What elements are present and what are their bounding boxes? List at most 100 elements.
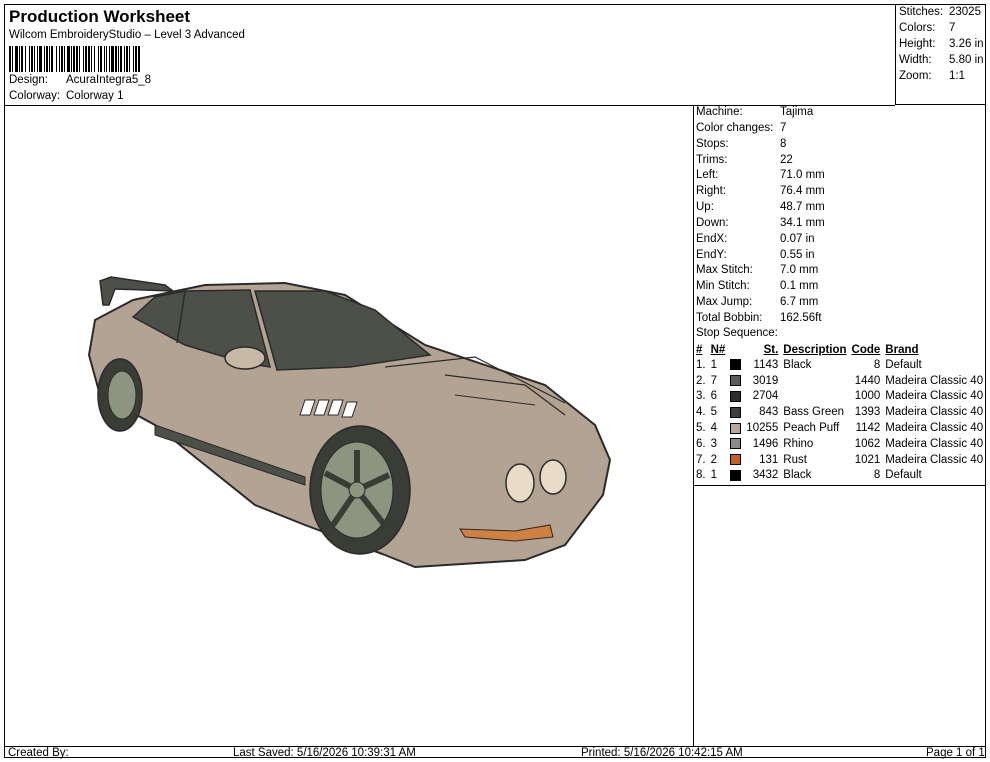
stat-stitches: Stitches: 23025 (899, 6, 987, 18)
detail-label: Color changes: (696, 122, 774, 134)
stop-code: 1062 (854, 437, 881, 450)
stop-description: Rhino (783, 437, 814, 450)
design-value: AcuraIntegra5_8 (66, 74, 152, 86)
stop-description (781, 373, 849, 389)
stop-swatch-cell (728, 357, 744, 373)
stat-value: 23025 (949, 6, 981, 18)
stop-stitches: 843 (759, 406, 779, 419)
stop-stitches: 1143 (753, 358, 779, 371)
table-row: 8. 1 3432 Black 8 Default (694, 468, 986, 484)
stat-height: Height: 3.26 in (899, 38, 987, 50)
col-swatch (728, 342, 744, 357)
table-header-row: # N# St. Description Code Brand (694, 342, 986, 357)
stop-num: 5. (696, 422, 706, 435)
stats-panel: Stitches: 23025 Colors: 7 Height: 3.26 in W… (895, 5, 986, 105)
stop-code: 1142 (855, 422, 881, 435)
col-needle: N# (710, 343, 726, 356)
detail-value: 34.1 mm (780, 217, 825, 229)
stop-sequence-label: Stop Sequence: (696, 327, 778, 339)
stop-description: Peach Puff (783, 422, 840, 435)
col-num: # (696, 343, 703, 356)
stop-swatch-cell (728, 468, 744, 484)
stop-description (781, 389, 849, 405)
detail-label: Right: (696, 185, 727, 197)
color-swatch (730, 375, 742, 387)
page-title: Production Worksheet (9, 7, 191, 26)
stop-needle: 2 (710, 453, 717, 466)
stop-stitches: 10255 (746, 422, 779, 435)
detail-label: EndX: (696, 233, 728, 245)
table-row: 7. 2 131 Rust 1021 Madeira Classic 40 (694, 452, 986, 468)
stop-code: 8 (873, 469, 881, 482)
stop-needle: 4 (710, 422, 717, 435)
stat-label: Zoom: (899, 70, 932, 82)
stat-label: Width: (899, 54, 932, 66)
stop-brand: Madeira Classic 40 (885, 437, 984, 450)
table-row: 1. 1 1143 Black 8 Default (694, 357, 986, 373)
detail-label: EndY: (696, 249, 727, 261)
car-embroidery-image (87, 276, 612, 569)
stop-num: 4. (696, 406, 706, 419)
stop-stitches: 1496 (752, 437, 779, 450)
detail-label: Stops: (696, 138, 729, 150)
table-row: 5. 4 10255 Peach Puff 1142 Madeira Classic 40 (694, 420, 986, 436)
machine-details: Machine: Tajima Color changes: 7 Stops: 8 T… (693, 105, 986, 486)
stop-swatch-cell (728, 373, 744, 389)
detail-value: 6.7 mm (780, 296, 819, 308)
table-row: 4. 5 843 Bass Green 1393 Madeira Classic 40 (694, 404, 986, 420)
stop-brand: Madeira Classic 40 (885, 374, 984, 387)
car-headlight (539, 459, 567, 495)
barcode (9, 46, 223, 72)
stat-value: 1:1 (949, 70, 965, 82)
stop-brand: Default (885, 469, 922, 482)
stat-value: 3.26 in (949, 38, 984, 50)
detail-label: Left: (696, 169, 719, 181)
stop-swatch-cell (728, 436, 744, 452)
detail-value: 22 (780, 154, 793, 166)
stat-colors: Colors: 7 (899, 22, 987, 34)
stop-description: Bass Green (783, 406, 845, 419)
stop-swatch-cell (728, 389, 744, 405)
stop-needle: 1 (710, 358, 717, 371)
detail-label: Max Stitch: (696, 264, 753, 276)
stop-stitches: 3019 (752, 374, 779, 387)
stop-code: 1393 (854, 406, 881, 419)
colorway-value: Colorway 1 (66, 90, 124, 102)
stop-needle: 1 (710, 469, 717, 482)
worksheet-frame: Production Worksheet Wilcom EmbroiderySt… (4, 4, 986, 759)
stat-zoom: Zoom: 1:1 (899, 70, 987, 82)
stop-code: 1000 (854, 390, 881, 403)
stat-value: 5.80 in (949, 54, 984, 66)
detail-value: 0.07 in (780, 233, 815, 245)
stop-stitches: 3432 (752, 469, 779, 482)
stop-needle: 7 (710, 374, 717, 387)
stat-width: Width: 5.80 in (899, 54, 987, 66)
stat-label: Stitches: (899, 6, 944, 18)
detail-label: Total Bobbin: (696, 312, 763, 324)
table-row: 6. 3 1496 Rhino 1062 Madeira Classic 40 (694, 436, 986, 452)
design-preview (5, 105, 694, 746)
stat-label: Colors: (899, 22, 936, 34)
detail-label: Trims: (696, 154, 728, 166)
detail-value: Tajima (780, 106, 814, 118)
stop-num: 7. (696, 453, 706, 466)
stop-num: 2. (696, 374, 706, 387)
car-mirror (224, 346, 266, 370)
color-swatch (730, 454, 742, 466)
detail-label: Max Jump: (696, 296, 753, 308)
stop-description: Rust (783, 453, 807, 466)
color-swatch (730, 390, 742, 402)
stop-description: Black (783, 358, 812, 371)
detail-value: 7.0 mm (780, 264, 819, 276)
stop-swatch-cell (728, 420, 744, 436)
car-headlight (505, 463, 535, 503)
stop-stitches: 131 (759, 453, 779, 466)
stop-brand: Madeira Classic 40 (885, 406, 984, 419)
stop-brand: Default (885, 358, 922, 371)
detail-label: Machine: (696, 106, 743, 118)
page-number: Page 1 of 1 (926, 747, 985, 759)
table-row: 2. 7 3019 1440 Madeira Classic 40 (694, 373, 986, 389)
col-description: Description (783, 343, 847, 356)
stop-swatch-cell (728, 404, 744, 420)
design-label: Design: (9, 74, 48, 86)
